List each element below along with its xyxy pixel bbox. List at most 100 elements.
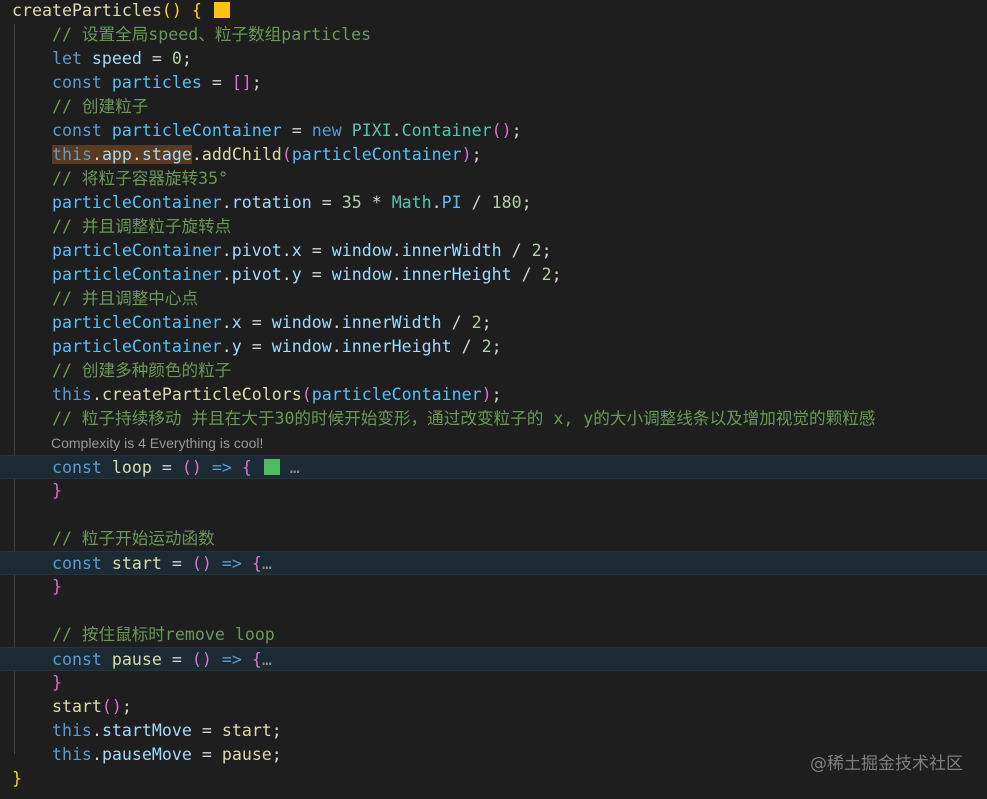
code-line[interactable]: this.createParticleColors(particleContai…: [0, 383, 987, 407]
codelens-complexity[interactable]: Complexity is 4 Everything is cool!: [51, 432, 263, 454]
code-token: createParticleColors: [101, 385, 302, 404]
code-token: // 创建多种颜色的粒子: [12, 361, 232, 380]
code-token: .: [91, 745, 102, 764]
code-token: =: [301, 265, 332, 284]
code-token: Math: [391, 193, 432, 212]
code-line[interactable]: // 将粒子容器旋转35°: [0, 167, 987, 191]
code-token: .: [331, 337, 342, 356]
code-token: this: [12, 385, 92, 404]
code-token: particleContainer: [12, 193, 222, 212]
code-token: =: [311, 193, 342, 212]
code-line[interactable]: particleContainer.rotation = 35 * Math.P…: [0, 191, 987, 215]
code-token: // 创建粒子: [12, 97, 149, 116]
code-line[interactable]: // 按住鼠标时remove loop: [0, 623, 987, 647]
code-token: (): [101, 697, 122, 716]
code-token: ;: [521, 193, 532, 212]
code-token: start: [12, 697, 102, 716]
code-token: .: [431, 193, 442, 212]
code-line-folded[interactable]: const pause = () => {…: [0, 647, 987, 671]
code-token: .: [221, 265, 232, 284]
code-token: start: [101, 554, 162, 573]
code-token: ;: [471, 145, 482, 164]
code-token: const: [12, 554, 102, 573]
code-token: }: [12, 673, 62, 692]
code-token: start: [221, 721, 272, 740]
code-line[interactable]: // 并且调整粒子旋转点: [0, 215, 987, 239]
code-token: innerWidth: [401, 241, 502, 260]
code-token: (): [191, 650, 212, 669]
code-line[interactable]: particleContainer.pivot.y = window.inner…: [0, 263, 987, 287]
code-token: .: [331, 313, 342, 332]
code-editor[interactable]: createParticles() { // 设置全局speed、粒子数组par…: [0, 0, 987, 799]
code-token: =>: [201, 458, 242, 477]
code-line[interactable]: const particleContainer = new PIXI.Conta…: [0, 119, 987, 143]
code-line[interactable]: }: [0, 671, 987, 695]
code-token: .: [391, 241, 402, 260]
code-token: .: [391, 121, 402, 140]
code-line[interactable]: this.startMove = start;: [0, 719, 987, 743]
code-line-folded[interactable]: const loop = () => { …: [0, 455, 987, 479]
code-token: y: [291, 265, 302, 284]
code-token: this: [12, 721, 92, 740]
code-token: // 设置全局speed、粒子数组particles: [12, 25, 372, 44]
code-line[interactable]: [0, 503, 987, 527]
code-token: .: [221, 193, 232, 212]
code-token: (): [191, 554, 212, 573]
code-token: =: [281, 121, 312, 140]
code-line[interactable]: // 并且调整中心点: [0, 287, 987, 311]
code-token: (): [161, 1, 192, 20]
fold-ellipsis[interactable]: …: [262, 554, 272, 573]
fold-ellipsis[interactable]: …: [262, 650, 272, 669]
code-token: }: [12, 577, 62, 596]
code-token: *: [361, 193, 392, 212]
code-token: ;: [511, 121, 522, 140]
code-line[interactable]: // 粒子开始运动函数: [0, 527, 987, 551]
code-line[interactable]: }: [0, 575, 987, 599]
code-token: =>: [211, 554, 252, 573]
code-line[interactable]: let speed = 0;: [0, 47, 987, 71]
code-token: /: [451, 337, 482, 356]
code-line[interactable]: createParticles() {: [0, 0, 987, 23]
code-line[interactable]: // 创建粒子: [0, 95, 987, 119]
code-token: createParticles: [12, 1, 162, 20]
code-token: addChild: [201, 145, 282, 164]
code-token: (: [301, 385, 312, 404]
color-decorator-swatch[interactable]: [213, 2, 230, 18]
code-line[interactable]: particleContainer.x = window.innerWidth …: [0, 311, 987, 335]
code-line[interactable]: particleContainer.pivot.x = window.inner…: [0, 239, 987, 263]
code-token: 2: [541, 265, 552, 284]
code-line[interactable]: particleContainer.y = window.innerHeight…: [0, 335, 987, 359]
code-token: startMove: [101, 721, 192, 740]
code-token: .: [221, 337, 232, 356]
code-token: this: [12, 745, 92, 764]
code-line[interactable]: start();: [0, 695, 987, 719]
code-token: particleContainer: [291, 145, 462, 164]
code-line[interactable]: this.app.stage.addChild(particleContaine…: [0, 143, 987, 167]
code-token: loop: [101, 458, 152, 477]
code-token: speed: [81, 49, 142, 68]
code-line[interactable]: // 设置全局speed、粒子数组particles: [0, 23, 987, 47]
code-line[interactable]: [0, 599, 987, 623]
color-decorator-swatch[interactable]: [263, 459, 280, 475]
code-token: PI: [441, 193, 462, 212]
code-token: 35: [341, 193, 362, 212]
code-line[interactable]: }: [0, 479, 987, 503]
code-token: /: [511, 265, 542, 284]
code-token: }: [12, 481, 62, 500]
code-token: window: [331, 265, 392, 284]
code-token: const: [12, 458, 102, 477]
code-token: []: [231, 73, 252, 92]
code-token: x: [231, 313, 242, 332]
code-token: Container: [401, 121, 492, 140]
code-line-folded[interactable]: const start = () => {…: [0, 551, 987, 575]
code-line[interactable]: // 创建多种颜色的粒子: [0, 359, 987, 383]
code-token: // 将粒子容器旋转35°: [12, 169, 229, 188]
fold-ellipsis[interactable]: …: [280, 458, 300, 477]
code-line[interactable]: // 粒子持续移动 并且在大于30的时候开始变形，通过改变粒子的 x, y的大小…: [0, 407, 987, 431]
code-token: particleContainer: [12, 337, 222, 356]
code-token: =: [141, 49, 172, 68]
code-token: =: [161, 554, 192, 573]
code-token: 2: [471, 313, 482, 332]
code-line[interactable]: const particles = [];: [0, 71, 987, 95]
